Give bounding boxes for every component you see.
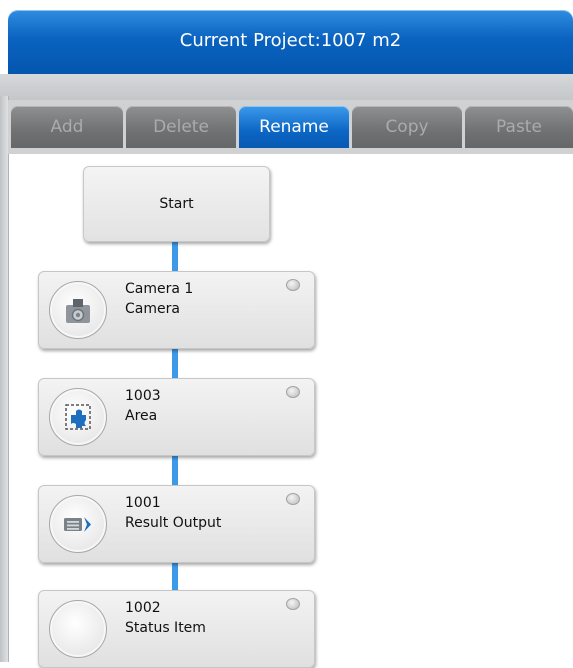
node-id: 1002 bbox=[125, 600, 161, 616]
flow-connector bbox=[172, 347, 178, 379]
project-header: Current Project:1007 m2 bbox=[8, 10, 573, 74]
node-id: Camera 1 bbox=[125, 281, 194, 297]
node-id: 1003 bbox=[125, 388, 161, 404]
node-type: Result Output bbox=[125, 515, 222, 531]
start-node[interactable]: Start bbox=[83, 166, 270, 242]
flow-connector bbox=[172, 561, 178, 591]
status-led-icon bbox=[286, 598, 300, 610]
copy-button[interactable]: Copy bbox=[352, 106, 462, 148]
status-led-icon bbox=[286, 279, 300, 291]
flow-node-camera[interactable]: Camera 1 Camera bbox=[38, 271, 315, 349]
edit-toolbar: Add Delete Rename Copy Paste bbox=[8, 100, 573, 154]
node-type: Camera bbox=[125, 301, 180, 317]
status-led-icon bbox=[286, 386, 300, 398]
result-output-icon bbox=[49, 495, 107, 553]
status-led-icon bbox=[286, 493, 300, 505]
paste-button[interactable]: Paste bbox=[465, 106, 573, 148]
node-type: Area bbox=[125, 408, 158, 424]
flow-connector bbox=[172, 240, 178, 272]
header-divider bbox=[0, 74, 573, 100]
camera-icon bbox=[49, 281, 107, 339]
node-type: Status Item bbox=[125, 620, 206, 636]
flow-node-area[interactable]: 1003 Area bbox=[38, 378, 315, 456]
left-scroll-rail bbox=[0, 96, 9, 662]
area-puzzle-icon bbox=[49, 388, 107, 446]
status-item-icon bbox=[49, 600, 107, 658]
add-button[interactable]: Add bbox=[11, 106, 123, 148]
flow-node-result-output[interactable]: 1001 Result Output bbox=[38, 485, 315, 563]
delete-button[interactable]: Delete bbox=[126, 106, 236, 148]
project-title: Current Project:1007 m2 bbox=[179, 30, 402, 51]
node-id: 1001 bbox=[125, 495, 161, 511]
flow-node-status-item[interactable]: 1002 Status Item bbox=[38, 590, 315, 668]
rename-button[interactable]: Rename bbox=[239, 106, 349, 148]
flow-connector bbox=[172, 454, 178, 486]
